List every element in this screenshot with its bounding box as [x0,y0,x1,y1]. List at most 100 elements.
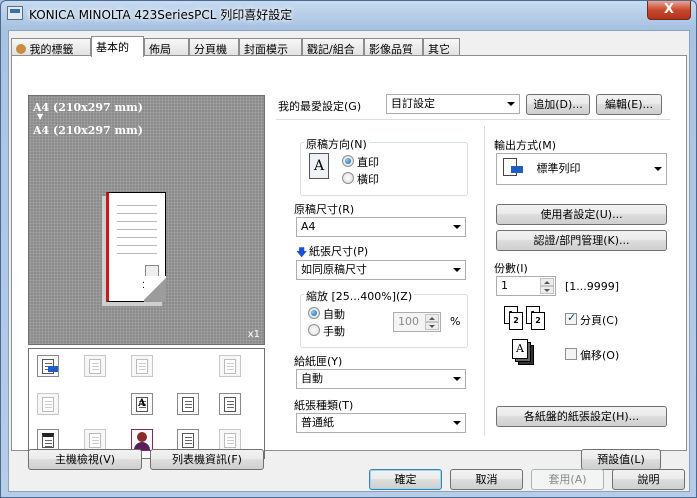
function-icon-grid: A [28,348,265,459]
portrait-radio[interactable] [342,155,354,167]
preview-original-size: A4 (210x297 mm) [33,101,144,114]
spin-up-icon[interactable] [540,278,554,286]
zoom-text-icon: A [131,393,153,415]
page-preview: A4 (210x297 mm) ▼ A4 (210x297 mm) 1 x1 [28,95,265,345]
copies-label: 份數(I) [494,262,528,275]
watermark-icon [177,393,199,415]
landscape-label: 橫印 [357,173,379,186]
printing-preferences-window: KONICA MINOLTA 423SeriesPCL 列印喜好設定 X 我的標… [0,0,697,498]
ok-button[interactable]: 確定 [369,469,442,490]
zoom-label: 縮放 [25...400%](Z) [304,288,415,304]
tab-label: 基本的 [96,41,129,54]
tab-finishing[interactable]: 分頁機 [189,38,239,56]
cancel-button[interactable]: 取消 [450,469,523,490]
paper-tray-select[interactable]: 自動 [296,369,466,389]
n-up-layout-icon [84,355,106,377]
collate-label: 分頁(C) [580,314,619,327]
tab-layout[interactable]: 佈局 [144,38,189,56]
defaults-button[interactable]: 預設值(L) [581,449,661,470]
preview-copies-mark: x1 [247,329,260,340]
offset-label: 偏移(O) [580,349,620,362]
host-view-button[interactable]: 主機檢視(V) [28,449,142,470]
overlay-icon [177,429,199,451]
paper-tray-settings-button[interactable]: 各紙盤的紙張設定(H)... [496,406,667,427]
window-title: KONICA MINOLTA 423SeriesPCL 列印喜好設定 [29,8,293,22]
divider [276,119,670,120]
tab-my-tab[interactable]: 我的標籤 [11,38,91,56]
preview-arrow-icon: ▼ [37,111,44,121]
paper-tray-value: 自動 [301,372,323,385]
original-size-select[interactable]: A4 [296,217,466,237]
landscape-radio[interactable] [342,172,354,184]
spin-down-icon[interactable] [540,286,554,294]
favorites-label: 我的最愛設定(G) [278,100,362,113]
rotate-icon [219,355,241,377]
user-auth-icon [131,429,153,451]
chevron-down-icon [453,421,461,425]
user-settings-button[interactable]: 使用者設定(U)... [496,204,667,225]
spin-down-icon[interactable] [425,322,439,330]
offset-checkbox[interactable] [565,348,577,360]
favorites-value: 目訂設定 [391,97,435,110]
carbon-copy-icon [219,429,241,451]
portrait-label: 直印 [357,156,379,169]
output-method-value: 標準列印 [536,162,581,175]
cover-page-icon [37,429,59,451]
printer-app-icon [7,6,23,20]
output-method-icon [37,355,59,377]
zoom-manual-label: 手動 [323,325,345,338]
column-divider [484,126,485,436]
original-size-value: A4 [301,220,316,233]
paper-size-value: 如同原稿尺寸 [301,263,367,276]
duplex-icon [131,355,153,377]
zoom-value: 100 [398,315,419,328]
dialog-client: 我的標籤 基本的 佈局 分頁機 封面模示 戳記/組合 影像品質 其它 A4 (2… [8,30,690,492]
auth-department-button[interactable]: 認證/部門管理(K)... [496,230,667,251]
zoom-auto-radio[interactable] [308,307,320,319]
paper-type-select[interactable]: 普通紙 [296,413,466,433]
user-icon [16,44,26,54]
collate-icon: 1 2 1 2 [504,306,546,332]
zoom-unit: % [450,315,461,328]
paper-size-select[interactable]: 如同原稿尺寸 [296,260,466,280]
orientation-label: 原稿方向(N) [304,136,369,152]
tab-stamp-composition[interactable]: 戳記/組合 [302,38,364,56]
collate-checkbox[interactable] [565,311,577,325]
paper-tray-label: 給紙匣(Y) [294,355,343,368]
close-button[interactable]: X [647,1,691,20]
original-size-label: 原稿尺寸(R) [294,203,355,216]
edit-favorite-button[interactable]: 編輯(E)... [596,94,662,115]
copies-stepper[interactable]: 1 [496,276,556,296]
printer-info-button[interactable]: 列表機資訊(F) [150,449,264,470]
tab-image-quality[interactable]: 影像品質 [364,38,423,56]
help-button[interactable]: 說明 [612,469,685,490]
tab-other[interactable]: 其它 [423,38,460,56]
page-curl-icon [144,276,166,302]
chevron-down-icon [654,167,662,171]
booklet-icon [37,393,59,415]
chevron-down-icon [507,102,515,106]
portrait-page-icon: A [309,153,329,179]
zoom-auto-label: 自動 [323,308,345,321]
paper-type-label: 紙張種類(T) [294,399,354,412]
output-method-select[interactable]: 標準列印 [496,153,667,185]
apply-button[interactable]: 套用(A) [531,469,604,490]
basic-tab-panel: A4 (210x297 mm) ▼ A4 (210x297 mm) 1 x1 [11,55,687,470]
copies-range: [1...9999] [565,280,620,293]
copies-value: 1 [501,279,508,292]
user-stamp-icon [84,429,106,451]
favorites-select[interactable]: 目訂設定 [386,94,520,114]
tab-cover-mode[interactable]: 封面模示 [239,38,302,56]
spin-up-icon[interactable] [425,314,439,322]
paper-size-label: 紙張尺寸(P) [309,245,369,258]
output-method-label: 輸出方式(M) [494,139,557,152]
offset-icon: A [512,339,540,367]
output-method-icon [503,158,525,178]
staple-icon [219,393,241,415]
chevron-down-icon [453,377,461,381]
add-favorite-button[interactable]: 追加(D)... [526,94,590,115]
tab-basic[interactable]: 基本的 [91,36,144,57]
zoom-value-stepper[interactable]: 100 [393,312,441,332]
zoom-manual-radio[interactable] [308,324,320,336]
title-bar[interactable]: KONICA MINOLTA 423SeriesPCL 列印喜好設定 X [1,1,696,27]
